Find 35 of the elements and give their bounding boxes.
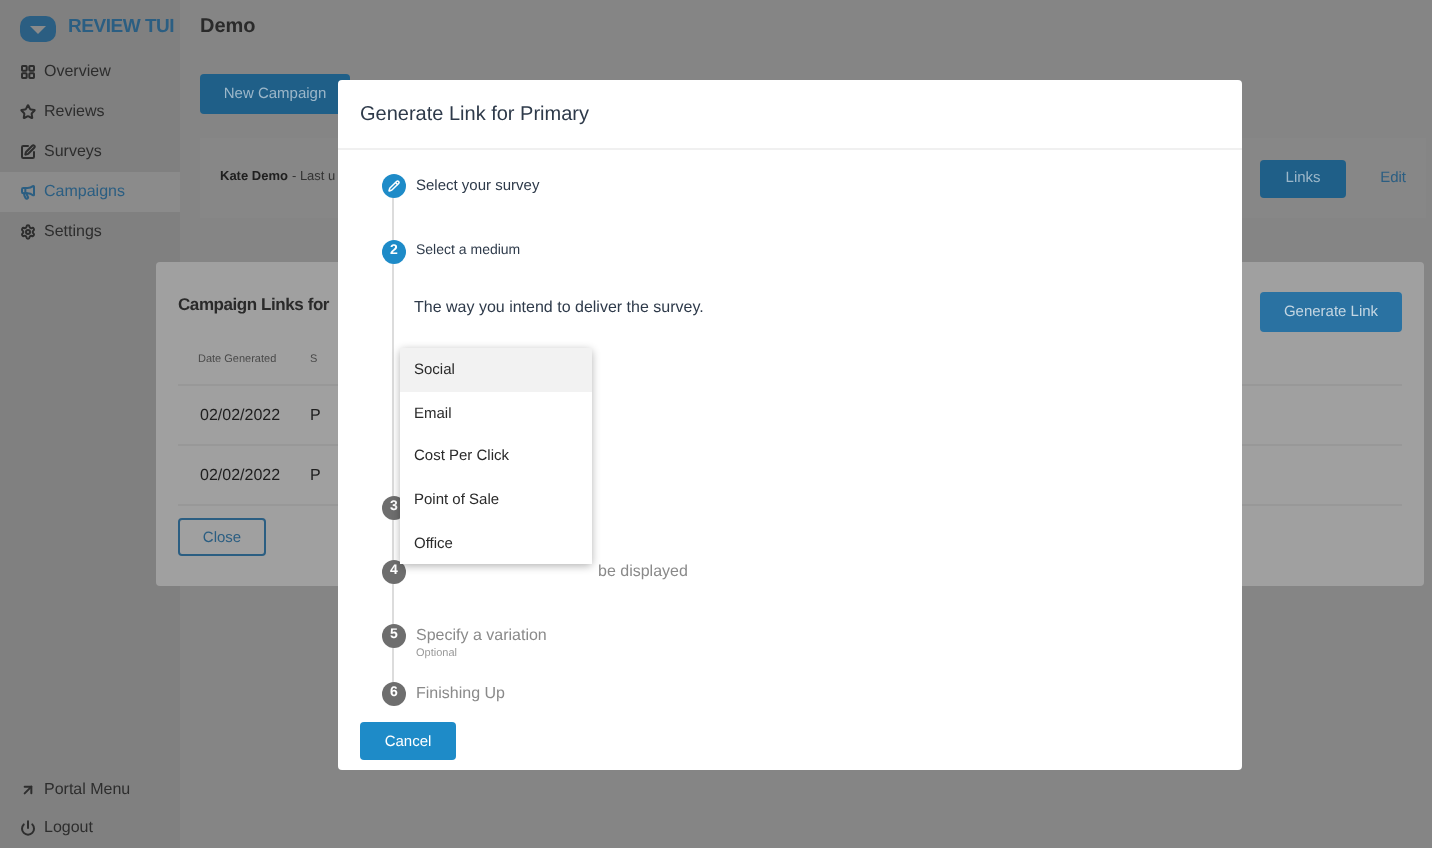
dialog-title: Campaign Links for bbox=[178, 291, 330, 317]
table-cell: P bbox=[310, 463, 321, 487]
sidebar-item[interactable]: Portal Menu bbox=[0, 770, 180, 808]
brand-name: REVIEW TUI bbox=[68, 13, 175, 42]
table-cell: P bbox=[310, 403, 321, 427]
sidebar-item[interactable]: Logout bbox=[0, 808, 180, 846]
sidebar-item[interactable]: Settings bbox=[0, 212, 180, 252]
arrow-icon bbox=[20, 781, 36, 797]
form-icon bbox=[20, 144, 36, 160]
sidebar-item[interactable]: Campaigns bbox=[0, 172, 180, 212]
sidebar-item[interactable]: Reviews bbox=[0, 92, 180, 132]
pencil-icon bbox=[388, 180, 400, 192]
sidebar-label: Surveys bbox=[44, 140, 102, 164]
logo-icon bbox=[20, 15, 56, 41]
step-label: be displayed bbox=[598, 560, 688, 584]
sidebar-label: Overview bbox=[44, 60, 111, 84]
settings-icon bbox=[20, 224, 36, 240]
sidebar-item[interactable]: Overview bbox=[0, 52, 180, 92]
step-label: Finishing Up bbox=[416, 682, 505, 706]
page-title: Demo bbox=[200, 16, 258, 40]
sidebar-item[interactable]: Surveys bbox=[0, 132, 180, 172]
power-icon bbox=[20, 819, 36, 835]
dialog-title: Generate Link for Primary bbox=[360, 101, 589, 129]
sidebar-label: Logout bbox=[44, 815, 93, 839]
table-cell-text: 02/02/2022 bbox=[200, 403, 283, 427]
sidebar-label: Settings bbox=[44, 220, 102, 244]
step-description: The way you intend to deliver the survey. bbox=[414, 296, 706, 320]
table-cell-text: 02/02/2022 bbox=[200, 463, 283, 487]
sidebar-label: Portal Menu bbox=[44, 777, 131, 801]
step-label: Specify a variation bbox=[416, 624, 547, 648]
sidebar-label: Campaigns bbox=[44, 180, 125, 204]
grid-icon bbox=[20, 64, 36, 80]
star-icon bbox=[20, 104, 36, 120]
megaphone-icon bbox=[20, 184, 36, 200]
sidebar-label: Reviews bbox=[44, 100, 105, 124]
